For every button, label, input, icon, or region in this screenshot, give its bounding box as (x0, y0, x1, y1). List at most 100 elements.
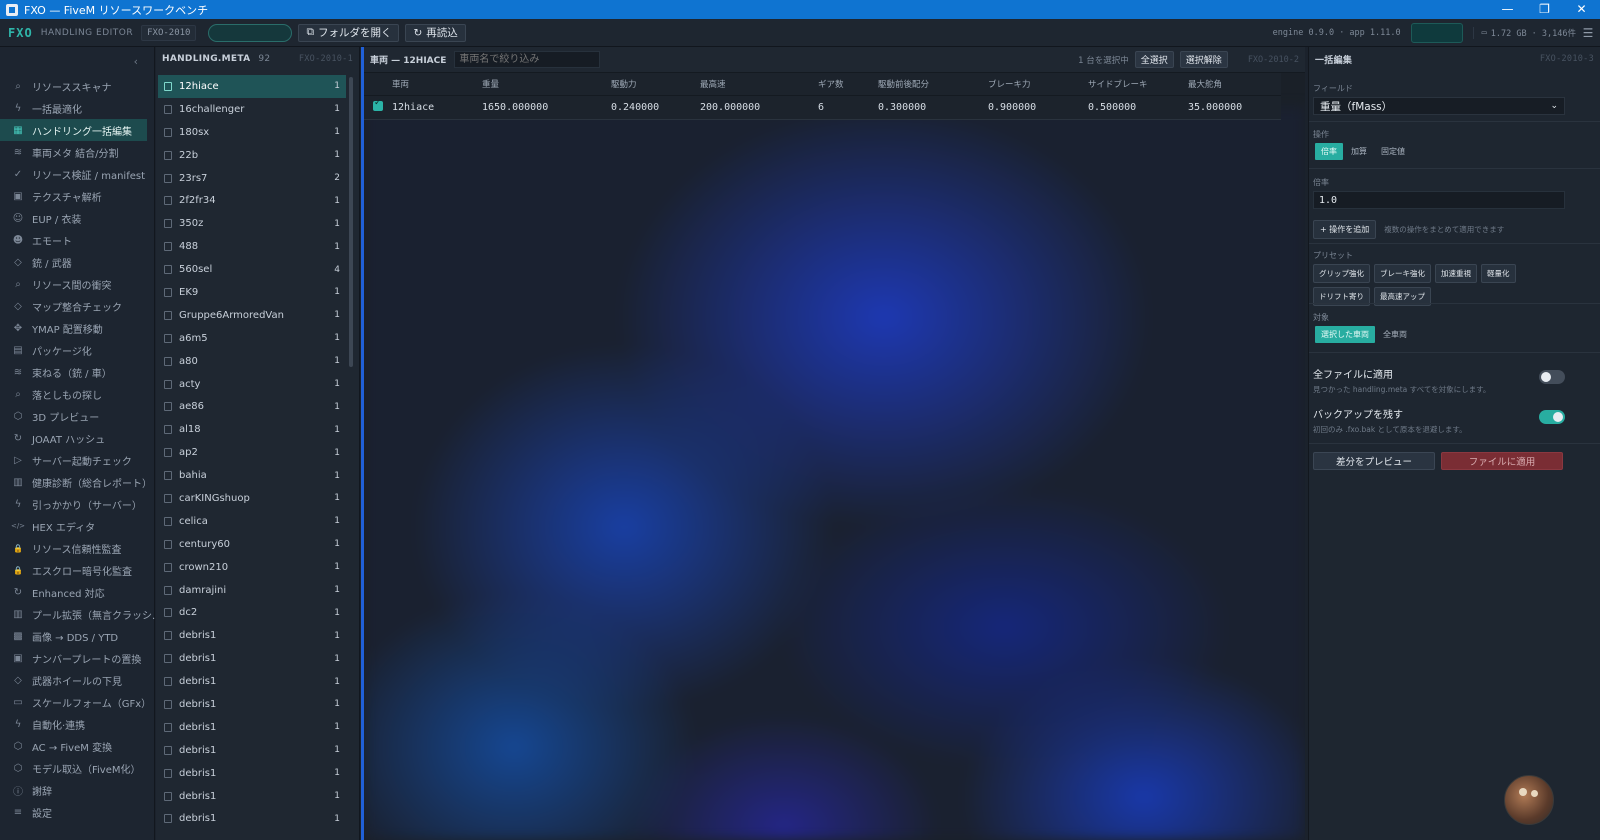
preset-lightweight-button[interactable]: 軽量化 (1481, 264, 1516, 283)
file-list-item[interactable]: 488 1 (158, 235, 346, 258)
sidebar-item[interactable]: ⬡ モデル取込（FiveM化） (0, 757, 155, 779)
preset-grip-button[interactable]: グリップ強化 (1313, 264, 1370, 283)
vehicle-search-input[interactable] (454, 51, 601, 68)
sidebar-item[interactable]: ◇ マップ整合チェック (0, 295, 155, 317)
add-operation-button[interactable]: + 操作を追加 (1313, 220, 1377, 239)
open-folder-button[interactable]: ⧉ フォルダを開く (298, 23, 400, 42)
reload-button[interactable]: ↻ 再読込 (405, 23, 466, 42)
sidebar-item[interactable]: ▷ サーバー起動チェック (0, 449, 155, 471)
sidebar-item[interactable]: ◇ 銃 / 武器 (0, 251, 155, 273)
file-list-item[interactable]: 23rs7 2 (158, 167, 346, 190)
sidebar-item[interactable]: ☺ EUP / 衣装 (0, 207, 155, 229)
op-fixed-tab[interactable]: 固定値 (1375, 143, 1411, 160)
file-list-item[interactable]: debris1 1 (158, 624, 346, 647)
all-files-switch[interactable] (1539, 370, 1565, 384)
close-button[interactable]: ✕ (1563, 0, 1600, 19)
sidebar-item[interactable]: ≋ 束ねる（銃 / 車） (0, 361, 155, 383)
preset-accel-button[interactable]: 加速重視 (1435, 264, 1477, 283)
file-list-item[interactable]: acty 1 (158, 373, 346, 396)
maximize-button[interactable]: ❐ (1526, 0, 1563, 19)
file-list-item[interactable]: a80 1 (158, 350, 346, 373)
backup-switch[interactable] (1539, 410, 1565, 424)
file-list-item[interactable]: debris1 1 (158, 808, 346, 831)
file-list-scrollbar[interactable] (349, 77, 353, 367)
file-list-item[interactable]: 12hiace 1 (158, 75, 346, 98)
file-list-item[interactable]: celica 1 (158, 510, 346, 533)
settings-sliders-icon[interactable]: ☰ (1576, 26, 1600, 40)
sidebar-item[interactable]: ≡ 設定 (0, 801, 155, 823)
sidebar-item[interactable]: 🔒 リソース信頼性監査 (0, 537, 155, 559)
user-avatar[interactable] (1504, 775, 1554, 825)
sidebar-item[interactable]: ≋ 車両メタ 結合/分割 (0, 141, 155, 163)
column-header[interactable]: 駆動前後配分 (878, 73, 988, 96)
file-list-item[interactable]: 2f2fr34 1 (158, 189, 346, 212)
sidebar-item[interactable]: ▤ パッケージ化 (0, 339, 155, 361)
file-list-item[interactable]: debris1 1 (158, 647, 346, 670)
file-list-item[interactable]: a6m5 1 (158, 327, 346, 350)
sidebar-item[interactable]: ⌕ リソーススキャナ (0, 75, 155, 97)
preview-diff-button[interactable]: 差分をプレビュー (1313, 452, 1435, 470)
file-list-item[interactable]: Gruppe6ArmoredVan 1 (158, 304, 346, 327)
sidebar-item[interactable]: ✓ リソース検証 / manifest (0, 163, 155, 185)
sidebar-item[interactable]: ▥ プール拡張（無言クラッシ... (0, 603, 155, 625)
sidebar-item[interactable]: ϟ 引っかかり（サーバー） (0, 493, 155, 515)
file-list-item[interactable]: 16challenger 1 (158, 98, 346, 121)
sidebar-item[interactable]: ✥ YMAP 配置移動 (0, 317, 155, 339)
file-list-item[interactable]: 560sel 4 (158, 258, 346, 281)
column-header[interactable]: サイドブレーキ (1088, 73, 1188, 96)
sidebar-item[interactable]: ⌕ リソース間の衝突 (0, 273, 155, 295)
sidebar-item[interactable]: ▥ 健康診断（総合レポート） (0, 471, 155, 493)
file-list-item[interactable]: ae86 1 (158, 395, 346, 418)
sidebar-item[interactable]: ◇ 武器ホイールの下見 (0, 669, 155, 691)
sidebar-item[interactable]: ▣ テクスチャ解析 (0, 185, 155, 207)
sidebar-item[interactable]: ▩ 画像 → DDS / YTD (0, 625, 155, 647)
table-row[interactable]: 12hiace 1650.000000 0.240000 200.000000 … (364, 95, 1281, 120)
sidebar-item[interactable]: ▦ ハンドリング一括編集 (0, 119, 147, 141)
column-header[interactable]: 重量 (482, 73, 611, 96)
column-header[interactable]: ブレーキ力 (988, 73, 1088, 96)
op-multiply-tab[interactable]: 倍率 (1315, 143, 1343, 160)
sidebar-item[interactable]: ↻ JOAAT ハッシュ (0, 427, 155, 449)
file-list-item[interactable]: century60 1 (158, 533, 346, 556)
file-list-item[interactable]: damrajini 1 (158, 579, 346, 602)
sidebar-item[interactable]: ϟ 一括最適化 (0, 97, 155, 119)
column-header[interactable]: 最大舵角 (1188, 73, 1281, 96)
file-list-item[interactable]: debris1 1 (158, 716, 346, 739)
preset-brake-button[interactable]: ブレーキ強化 (1374, 264, 1431, 283)
target-all-tab[interactable]: 全車両 (1377, 326, 1413, 343)
sidebar-item[interactable]: ▣ ナンバープレートの置換 (0, 647, 155, 669)
sidebar-item[interactable]: ⓘ 謝辞 (0, 779, 155, 801)
file-list-item[interactable]: 180sx 1 (158, 121, 346, 144)
file-list-item[interactable]: EK9 1 (158, 281, 346, 304)
select-all-button[interactable]: 全選択 (1134, 51, 1174, 68)
sidebar-item[interactable]: ⌕ 落としもの探し (0, 383, 155, 405)
file-list-item[interactable]: crown210 1 (158, 556, 346, 579)
apply-to-files-button[interactable]: ファイルに適用 (1441, 452, 1563, 470)
sidebar-item[interactable]: 🔒 エスクロー暗号化監査 (0, 559, 155, 581)
file-list-item[interactable]: debris1 1 (158, 693, 346, 716)
file-list-item[interactable]: 350z 1 (158, 212, 346, 235)
sidebar-item[interactable]: ☻ エモート (0, 229, 155, 251)
sidebar-item[interactable]: ⬡ AC → FiveM 変換 (0, 735, 155, 757)
collapse-sidebar-icon[interactable]: ‹ (134, 55, 138, 68)
file-list-item[interactable]: 22b 1 (158, 144, 346, 167)
file-list-item[interactable]: dc2 1 (158, 601, 346, 624)
file-list-item[interactable]: al18 1 (158, 418, 346, 441)
column-header[interactable]: 車両 (392, 73, 482, 96)
target-selected-tab[interactable]: 選択した車両 (1315, 326, 1375, 343)
sidebar-item[interactable]: ▭ スケールフォーム（GFx） (0, 691, 155, 713)
op-add-tab[interactable]: 加算 (1345, 143, 1373, 160)
row-checkbox[interactable] (373, 98, 383, 111)
file-list-item[interactable]: ap2 1 (158, 441, 346, 464)
file-list-item[interactable]: debris1 1 (158, 785, 346, 808)
file-list-item[interactable]: debris1 1 (158, 670, 346, 693)
sidebar-item[interactable]: ↻ Enhanced 対応 (0, 581, 155, 603)
minimize-button[interactable]: — (1489, 0, 1526, 19)
file-list-item[interactable]: debris1 1 (158, 762, 346, 785)
field-select[interactable]: 重量（fMass） ⌄ (1313, 97, 1565, 115)
sidebar-item[interactable]: ⬡ 3D プレビュー (0, 405, 155, 427)
file-list-item[interactable]: carKINGshuop 1 (158, 487, 346, 510)
file-list-item[interactable]: debris1 1 (158, 739, 346, 762)
sidebar-item[interactable]: </> HEX エディタ (0, 515, 155, 537)
column-header[interactable]: 駆動力 (611, 73, 700, 96)
